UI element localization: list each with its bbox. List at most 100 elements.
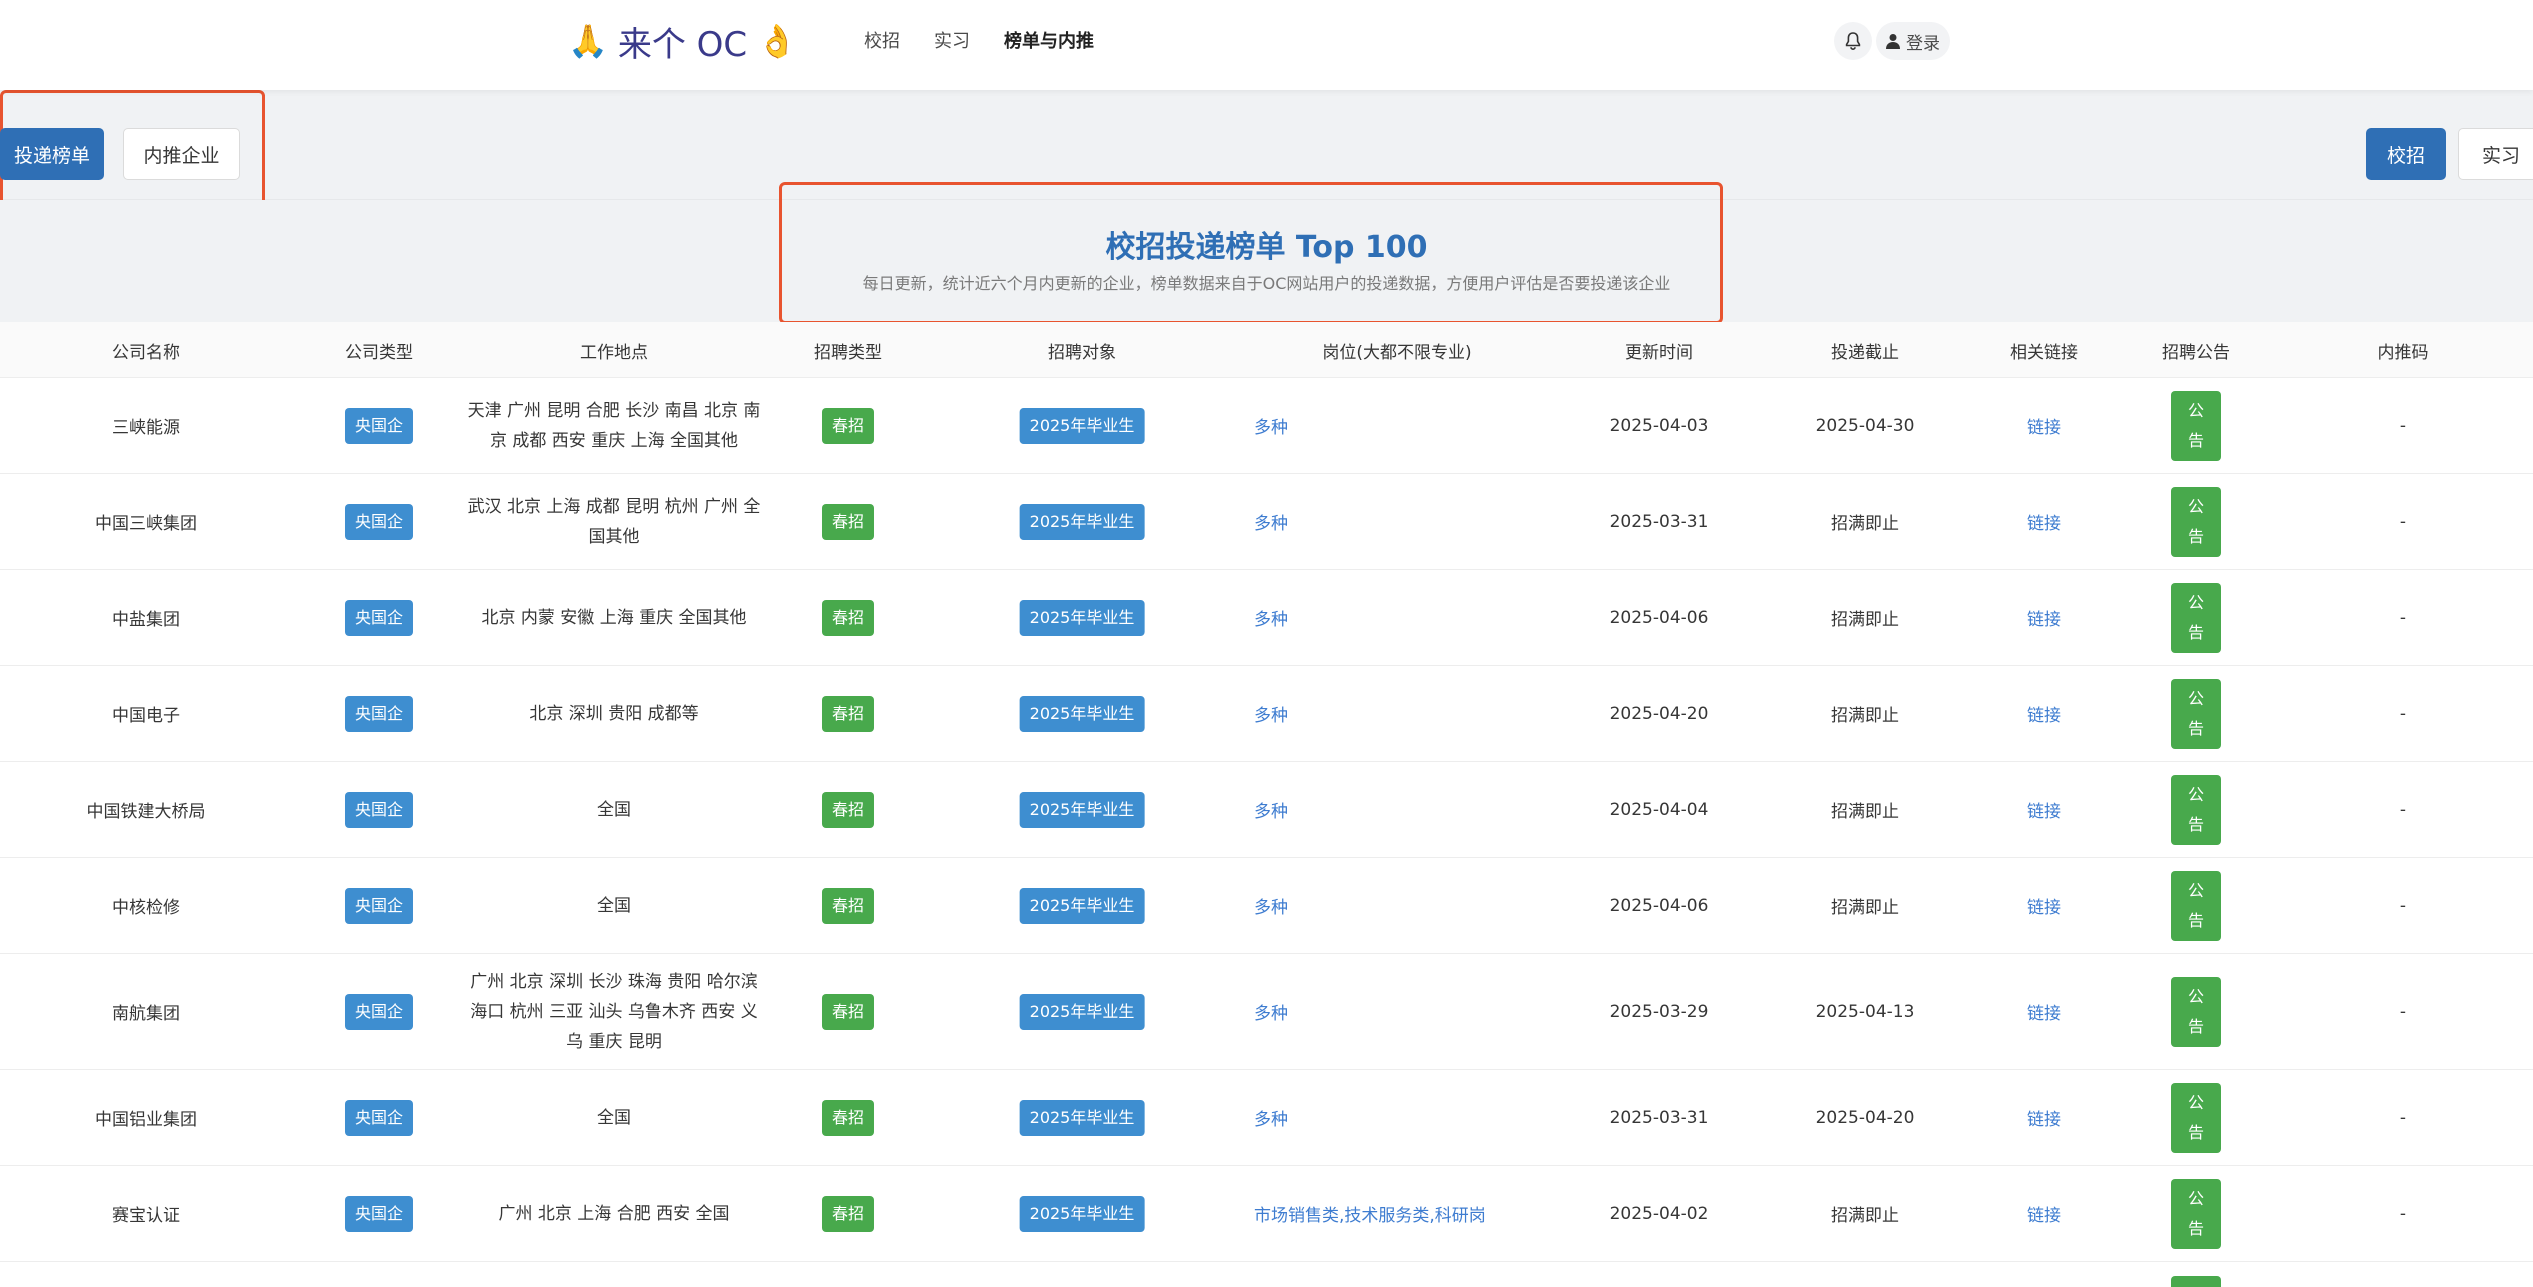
position-link[interactable]: 多种 [1254,570,1288,665]
notice-cell: 公告 [2171,570,2221,665]
notice-button[interactable]: 公告 [2171,870,2221,941]
header-location: 工作地点 [580,342,648,363]
recruit-type-tag: 春招 [821,695,875,732]
deadline: 招满即止 [1831,514,1899,534]
tab-referral-companies[interactable]: 内推企业 [123,128,240,180]
table-row: 中盐集团 央国企 北京 内蒙 安徽 上海 重庆 全国其他 春招 2025年毕业生 多种 20… [0,570,2533,666]
header-deadline: 投递截止 [1831,342,1899,363]
notice-cell: 公告 [2171,666,2221,761]
nav-link-internship[interactable]: 实习 [934,27,970,53]
position-link[interactable]: 多种 [1254,378,1288,473]
position-link[interactable]: 多种 [1254,858,1288,953]
notice-cell: 公告 [2171,858,2221,953]
brand-logo[interactable]: 🙏 来个 OC 👌 [568,18,797,65]
target-tag: 2025年毕业生 [1019,1099,1145,1136]
tab-campus[interactable]: 校招 [2366,128,2446,180]
referral-code: - [2399,895,2407,916]
recruit-type-cell: 春招 [821,762,875,857]
work-location: 广州 北京 上海 合肥 西安 全国 [498,1203,730,1224]
company-type-cell: 央国企 [344,762,414,857]
nav-link-rankings[interactable]: 榜单与内推 [1004,27,1094,53]
notice-button[interactable]: 公告 [2171,976,2221,1047]
related-link[interactable]: 链接 [2027,509,2061,534]
login-label: 登录 [1906,33,1940,54]
company-type-tag: 央国企 [344,993,414,1030]
main-nav: 校招 实习 榜单与内推 [864,0,1094,80]
tab-submission-ranking[interactable]: 投递榜单 [0,128,104,180]
recruit-type-tag: 春招 [821,791,875,828]
company-name: 中核检修 [112,898,180,918]
referral-code: - [2399,703,2407,724]
recruit-type-cell: 春招 [821,474,875,569]
target-tag: 2025年毕业生 [1019,791,1145,828]
recruit-type-cell: 春招 [821,858,875,953]
target-tag: 2025年毕业生 [1019,993,1145,1030]
related-link[interactable]: 链接 [2027,999,2061,1024]
recruit-type-tag: 春招 [821,1195,875,1232]
header-recruit-type: 招聘类型 [814,342,882,363]
related-link-cell: 链接 [2027,858,2061,953]
company-type-tag: 央国企 [344,695,414,732]
position-link[interactable]: 多种 [1254,666,1288,761]
update-time: 2025-03-31 [1609,511,1709,532]
brand-name: 来个 OC [617,24,748,65]
position-link[interactable]: 多种 [1254,762,1288,857]
notice-button[interactable]: 公告 [2171,678,2221,749]
notice-button[interactable]: 公告 [2171,1082,2221,1153]
header-position: 岗位(大都不限专业) [1322,342,1472,363]
position-link[interactable]: 市场销售类,技术服务类,科研岗 [1254,1166,1486,1261]
position-link[interactable]: 多种 [1254,474,1288,569]
notice-button-partial[interactable] [2171,1276,2221,1287]
update-time: 2025-04-02 [1609,1203,1709,1224]
position-link[interactable]: 多种 [1254,954,1288,1069]
login-button[interactable]: 登录 [1876,22,1950,60]
nav-link-campus[interactable]: 校招 [864,27,900,53]
target-cell: 2025年毕业生 [1019,1166,1145,1261]
company-type-cell: 央国企 [344,378,414,473]
position-link[interactable]: 多种 [1254,1070,1288,1165]
company-type-cell: 央国企 [344,1070,414,1165]
company-name: 南航集团 [112,1004,180,1024]
related-link[interactable]: 链接 [2027,605,2061,630]
company-name: 中盐集团 [112,610,180,630]
target-cell: 2025年毕业生 [1019,666,1145,761]
target-tag: 2025年毕业生 [1019,599,1145,636]
tab-internship[interactable]: 实习 [2458,128,2533,180]
related-link[interactable]: 链接 [2027,893,2061,918]
notice-cell: 公告 [2171,762,2221,857]
notice-button[interactable]: 公告 [2171,774,2221,845]
header-links: 相关链接 [2010,342,2078,363]
update-time: 2025-04-20 [1609,703,1709,724]
notice-char: 告 [2187,526,2204,546]
company-type-tag: 央国企 [344,1195,414,1232]
notice-button[interactable]: 公告 [2171,1178,2221,1249]
related-link[interactable]: 链接 [2027,413,2061,438]
notice-button[interactable]: 公告 [2171,390,2221,461]
work-location: 北京 内蒙 安徽 上海 重庆 全国其他 [481,607,747,628]
company-name: 三峡能源 [112,418,180,438]
target-cell: 2025年毕业生 [1019,1070,1145,1165]
top-navbar: 🙏 来个 OC 👌 校招 实习 榜单与内推 登录 [0,0,2533,90]
company-type-cell: 央国企 [344,666,414,761]
work-location: 全国 [597,799,631,820]
related-link[interactable]: 链接 [2027,701,2061,726]
recruit-type-cell: 春招 [821,1070,875,1165]
praying-hands-icon: 🙏 [568,22,608,60]
target-tag: 2025年毕业生 [1019,695,1145,732]
deadline: 招满即止 [1831,610,1899,630]
company-type-tag: 央国企 [344,407,414,444]
related-link[interactable]: 链接 [2027,1105,2061,1130]
update-time: 2025-03-29 [1609,1001,1709,1022]
related-link[interactable]: 链接 [2027,797,2061,822]
notice-char: 告 [2187,1016,2204,1036]
recruit-type-tag: 春招 [821,599,875,636]
referral-code: - [2399,511,2407,532]
deadline: 2025-04-30 [1815,415,1915,436]
notice-cell: 公告 [2171,378,2221,473]
notice-button[interactable]: 公告 [2171,582,2221,653]
recruit-type-cell: 春招 [821,666,875,761]
notification-bell-icon[interactable] [1834,22,1872,60]
related-link[interactable]: 链接 [2027,1201,2061,1226]
header-company: 公司名称 [112,342,180,363]
notice-button[interactable]: 公告 [2171,486,2221,557]
